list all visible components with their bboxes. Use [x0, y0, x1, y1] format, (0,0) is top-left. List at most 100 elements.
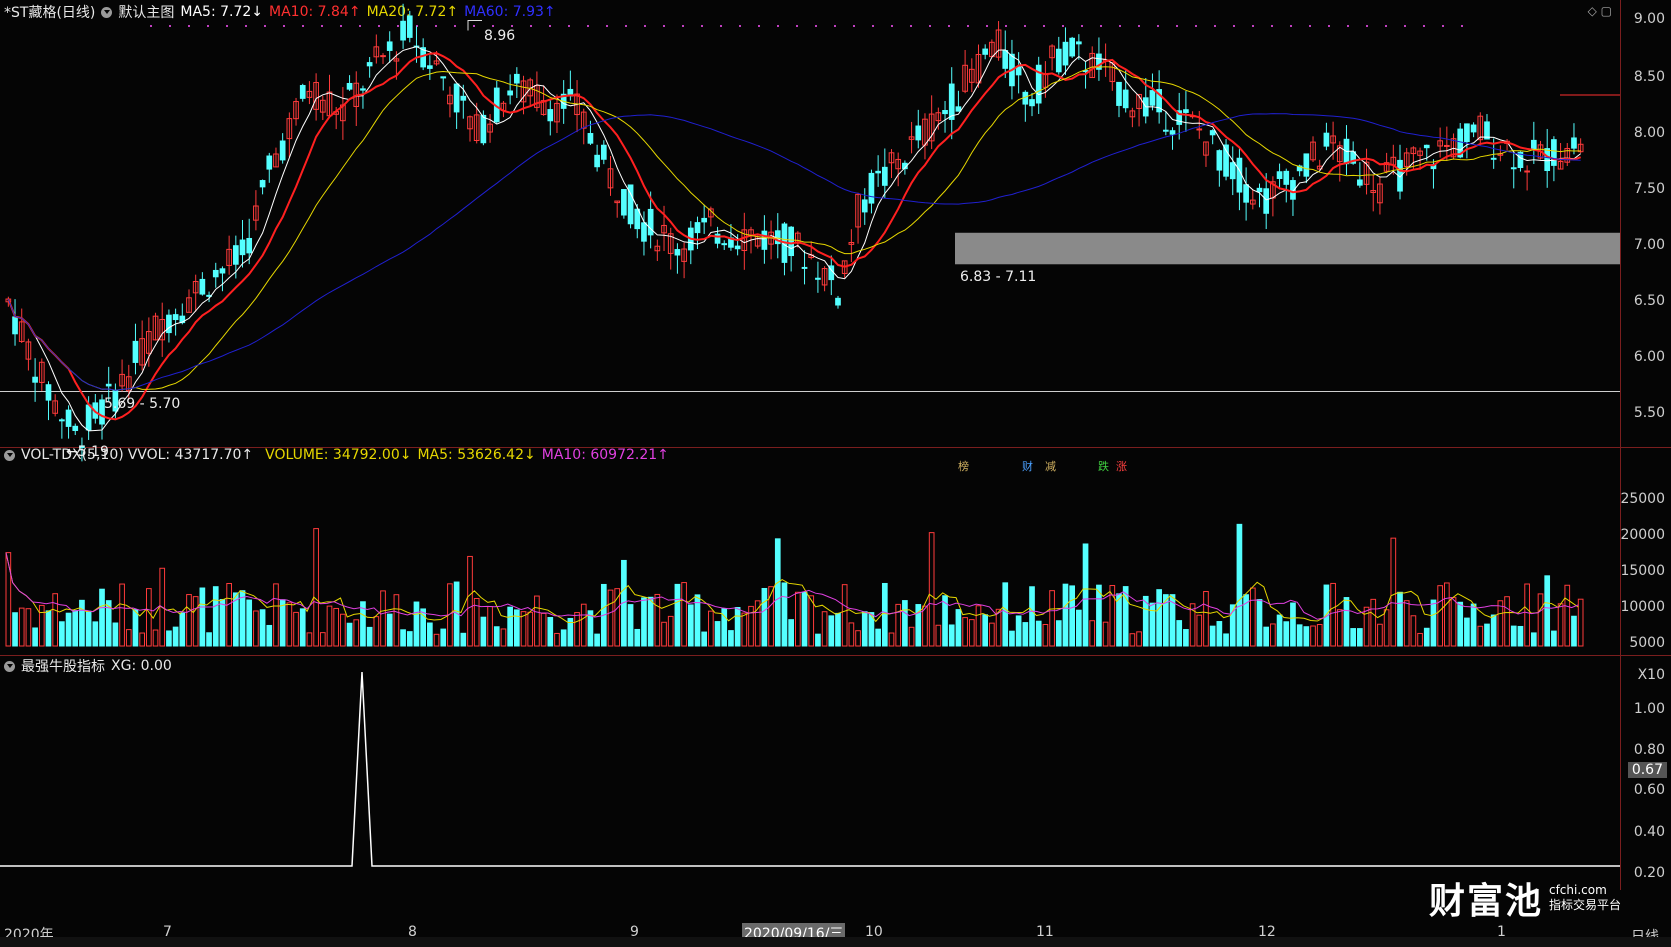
candle-body: [1464, 123, 1470, 143]
volume-bar: [634, 628, 641, 647]
candle-body: [59, 419, 65, 422]
volume-bar: [319, 632, 326, 647]
volume-bar: [353, 619, 360, 647]
volume-bar: [1263, 626, 1270, 647]
signal-dot: [758, 25, 760, 27]
volume-bar: [1390, 537, 1397, 647]
volume-bar: [1403, 600, 1410, 647]
candle-body: [587, 133, 594, 144]
volume-bar: [179, 612, 186, 647]
volume-bar: [1029, 586, 1035, 647]
candle-body: [1544, 148, 1551, 172]
volume-bar: [654, 593, 661, 647]
candle-body: [815, 277, 821, 280]
volume-bar: [1517, 625, 1524, 647]
signal-dot: [625, 25, 627, 27]
volume-bar: [1236, 523, 1243, 647]
candle-body: [1002, 50, 1009, 69]
candle-body: [1524, 170, 1530, 173]
volume-bar: [1470, 603, 1477, 647]
volume-bar: [119, 583, 125, 647]
candle-body: [1423, 144, 1430, 149]
volume-bar: [219, 599, 226, 647]
volume-bar: [574, 612, 580, 647]
volume-bar: [253, 610, 259, 647]
volume-bar: [246, 599, 253, 647]
event-tag[interactable]: 涨: [1116, 458, 1127, 474]
signal-dot: [359, 25, 361, 27]
signal-dot: [340, 25, 342, 27]
volume-bar: [1316, 624, 1323, 647]
volume-bar: [226, 582, 232, 647]
signal-dot: [948, 25, 950, 27]
volume-bar: [65, 612, 72, 647]
event-tag[interactable]: 减: [1045, 458, 1056, 474]
candle-body: [868, 172, 875, 204]
volume-bar: [507, 606, 513, 647]
volume-bar: [427, 622, 433, 647]
volume-bar: [527, 611, 534, 647]
candle-body: [246, 237, 253, 254]
candle-body: [1169, 130, 1176, 135]
candle-body: [634, 208, 641, 230]
volume-bar: [1464, 617, 1470, 647]
volume-bar: [641, 597, 647, 647]
event-tag[interactable]: 财: [1022, 458, 1033, 474]
price-tick: 8.50: [1633, 69, 1665, 85]
event-tag[interactable]: 跌: [1098, 458, 1109, 474]
kline-chart[interactable]: [0, 0, 1671, 947]
candle-body: [480, 114, 487, 144]
candle-body: [1276, 171, 1283, 179]
volume-bar: [1296, 624, 1303, 647]
candle-body: [835, 297, 841, 306]
volume-bar: [741, 612, 748, 647]
volume-bar: [701, 631, 708, 647]
signal-dot: [1442, 25, 1444, 27]
volume-bar: [1283, 621, 1290, 647]
volume-bar: [1082, 543, 1089, 647]
volume-bar: [112, 622, 119, 647]
volume-bar: [1310, 625, 1316, 647]
volume-bar: [5, 552, 12, 647]
volume-bar: [99, 588, 105, 647]
volume-bar: [881, 582, 888, 647]
volume-bar: [1336, 609, 1343, 647]
volume-tick: 15000: [1620, 563, 1665, 579]
event-tag[interactable]: 榜: [958, 458, 969, 474]
volume-bar: [1450, 597, 1457, 647]
volume-bar: [166, 630, 172, 647]
volume-bar: [708, 610, 714, 647]
candle-body: [360, 88, 366, 91]
candle-body: [406, 15, 413, 38]
volume-bar: [754, 600, 761, 647]
signal-dot: [796, 25, 798, 27]
brand-name: 财富池: [1428, 880, 1543, 922]
volume-bar: [1383, 609, 1390, 647]
volume-bar: [1557, 603, 1564, 647]
signal-dot: [834, 25, 836, 27]
signal-dot: [606, 25, 608, 27]
candle-body: [507, 90, 513, 96]
volume-bar: [1035, 620, 1042, 647]
volume-bar: [1183, 629, 1189, 647]
candle-body: [45, 384, 52, 401]
status-bar: [0, 937, 1671, 947]
candle-body: [105, 383, 112, 387]
signal-dot: [1309, 25, 1311, 27]
volume-bar: [1022, 622, 1029, 647]
volume-bar: [681, 582, 687, 647]
volume-bar: [1571, 615, 1577, 647]
brand-site: cfchi.com: [1548, 882, 1607, 897]
volume-bar: [1015, 615, 1022, 647]
volume-bar: [293, 611, 299, 647]
volume-bar: [386, 613, 393, 647]
volume-bar: [259, 609, 266, 647]
volume-bar: [1577, 598, 1584, 647]
volume-bar: [1504, 596, 1510, 647]
volume-bar: [580, 603, 587, 647]
gap-zone-label-1: 5.69 - 5.70: [104, 396, 181, 412]
candle-body: [1029, 99, 1035, 107]
volume-bar: [273, 583, 279, 647]
volume-bar: [607, 589, 614, 647]
candle-body: [955, 106, 962, 112]
